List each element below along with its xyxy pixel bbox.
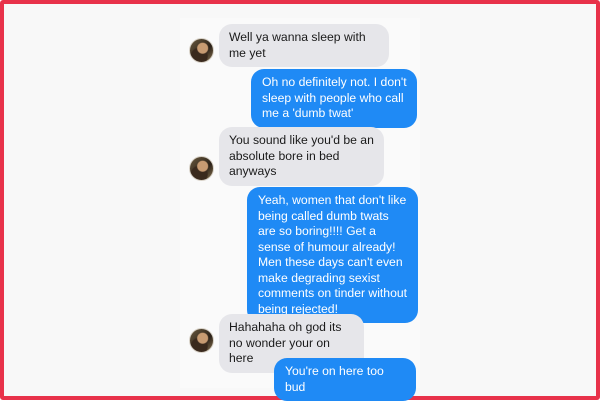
sent-message-bubble: Yeah, women that don't like being called… [247,187,418,323]
contact-avatar-icon [189,156,214,181]
received-message-bubble: You sound like you'd be an absolute bore… [219,127,384,186]
received-message-bubble: Well ya wanna sleep with me yet [219,24,389,67]
sent-message-bubble: You're on here too bud [274,358,416,401]
sent-message-bubble: Oh no definitely not. I don't sleep with… [251,69,417,128]
contact-avatar-icon [189,328,214,353]
contact-avatar-icon [189,38,214,63]
